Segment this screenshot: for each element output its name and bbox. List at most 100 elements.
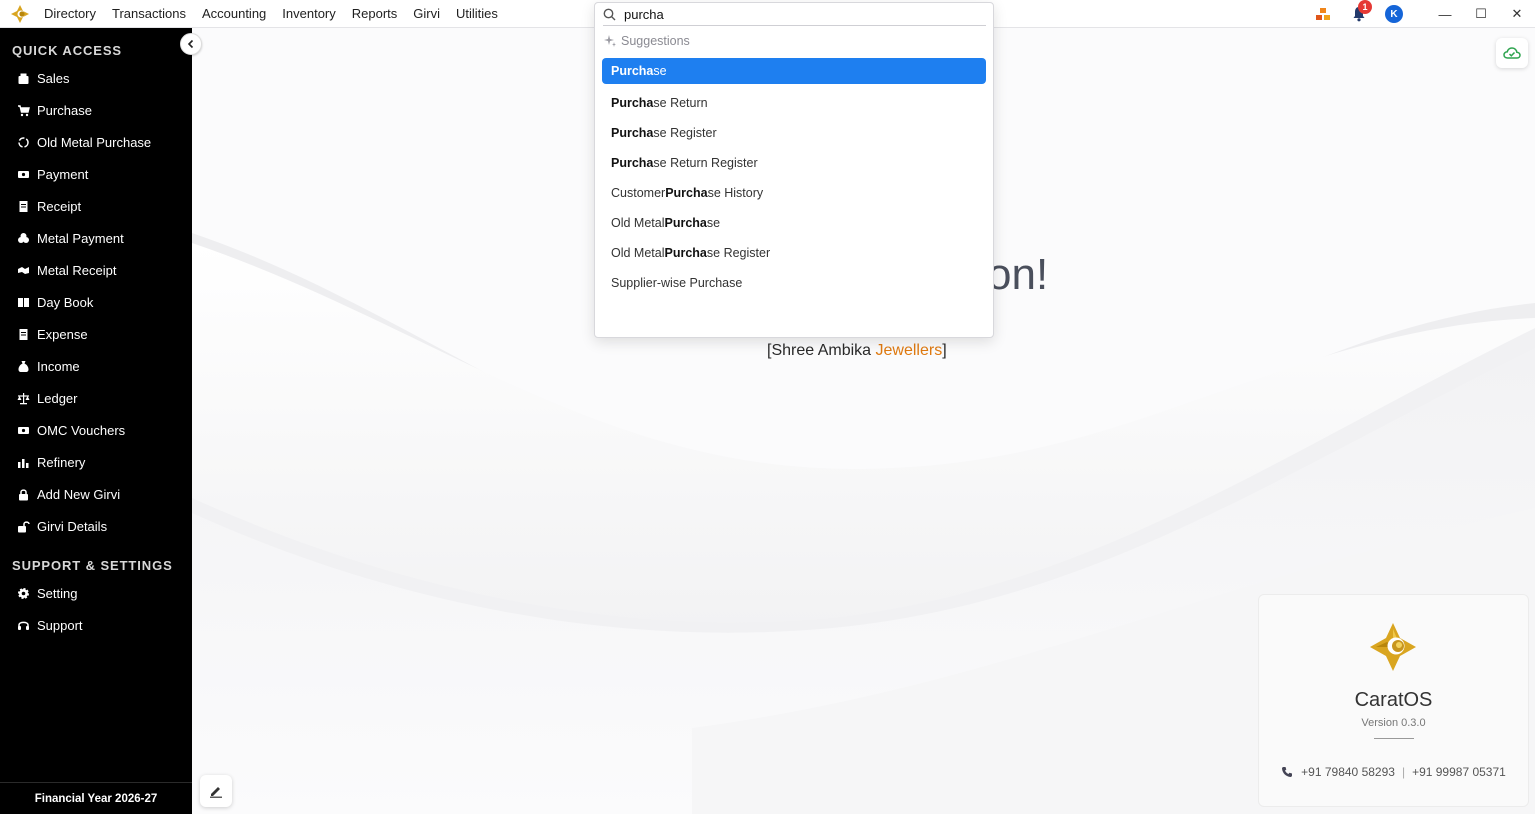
app-version: Version 0.3.0 bbox=[1361, 717, 1426, 729]
menu-reports[interactable]: Reports bbox=[352, 6, 398, 21]
sidebar-item-day-book[interactable]: Day Book bbox=[0, 286, 192, 318]
sidebar-item-label: Sales bbox=[37, 70, 70, 86]
recycle-icon bbox=[17, 136, 30, 149]
money-icon bbox=[17, 168, 30, 181]
sidebar-item-purchase[interactable]: Purchase bbox=[0, 94, 192, 126]
gear-icon bbox=[17, 587, 30, 600]
suggestion-item[interactable]: Old Metal Purcha se bbox=[602, 208, 986, 238]
coins-icon bbox=[17, 232, 30, 245]
sidebar-item-refinery[interactable]: Refinery bbox=[0, 446, 192, 478]
sidebar: QUICK ACCESS Sales Purchase Old Metal Purc… bbox=[0, 28, 192, 814]
menu-accounting[interactable]: Accounting bbox=[202, 6, 266, 21]
sidebar-item-label: Payment bbox=[37, 166, 89, 182]
suggestion-prefix: Old Metal bbox=[611, 246, 665, 260]
sidebar-item-omc-vouchers[interactable]: OMC Vouchers bbox=[0, 414, 192, 446]
financial-year[interactable]: Financial Year 2026-27 bbox=[0, 782, 192, 814]
suggestion-match: Purcha bbox=[665, 186, 708, 200]
support-list: Setting Support bbox=[0, 577, 192, 641]
suggestion-item[interactable]: Purcha se Return Register bbox=[602, 148, 986, 178]
unlock-icon bbox=[17, 520, 30, 533]
close-icon[interactable]: ✕ bbox=[1499, 0, 1535, 28]
suggestion-suffix: se History bbox=[707, 186, 764, 200]
search-input[interactable] bbox=[624, 6, 964, 22]
phone-1[interactable]: +91 79840 58293 bbox=[1301, 765, 1395, 779]
sidebar-item-expense[interactable]: Expense bbox=[0, 318, 192, 350]
suggestion-item[interactable]: Purcha se Register bbox=[602, 118, 986, 148]
sidebar-item-setting[interactable]: Setting bbox=[0, 577, 192, 609]
lock-icon bbox=[17, 488, 30, 501]
cloud-check-icon bbox=[1503, 47, 1521, 59]
sidebar-item-old-metal-purchase[interactable]: Old Metal Purchase bbox=[0, 126, 192, 158]
suggestions-label: Suggestions bbox=[621, 34, 690, 48]
sparkle-icon bbox=[604, 35, 616, 47]
edit-button[interactable] bbox=[200, 775, 232, 807]
suggestion-match: Purcha bbox=[611, 156, 654, 170]
sidebar-item-income[interactable]: Income bbox=[0, 350, 192, 382]
suggestion-match: Purcha bbox=[664, 246, 707, 260]
sidebar-item-label: Add New Girvi bbox=[37, 486, 121, 502]
receipt-icon bbox=[17, 200, 30, 213]
avatar[interactable]: K bbox=[1385, 5, 1403, 23]
topbar-actions: 1 K — ☐ ✕ bbox=[1313, 0, 1535, 28]
sidebar-item-label: Old Metal Purchase bbox=[37, 134, 152, 150]
menu-girvi[interactable]: Girvi bbox=[413, 6, 440, 21]
search-box bbox=[603, 3, 986, 26]
menu-utilities[interactable]: Utilities bbox=[456, 6, 498, 21]
suggestions-list: Purcha se Purcha se Return Purcha se Register… bbox=[602, 58, 986, 298]
about-divider bbox=[1374, 738, 1414, 739]
sidebar-item-label: Purchase bbox=[37, 102, 92, 118]
minimize-icon[interactable]: — bbox=[1427, 0, 1463, 28]
suggestion-prefix: Supplier-wise Purchase bbox=[611, 276, 743, 290]
contact-info: +91 79840 58293 | +91 99987 05371 bbox=[1259, 765, 1528, 779]
suggestion-item[interactable]: Supplier-wise Purchase bbox=[602, 268, 986, 298]
company-name: [Shree Ambika Jewellers] bbox=[767, 342, 947, 360]
sidebar-item-label: Ledger bbox=[37, 390, 78, 406]
notification-badge: 1 bbox=[1358, 0, 1372, 14]
bell-icon[interactable]: 1 bbox=[1349, 0, 1372, 24]
suggestion-match: Purcha bbox=[611, 64, 654, 78]
suggestions-header: Suggestions bbox=[604, 34, 690, 48]
suggestion-item[interactable]: Purcha se bbox=[602, 58, 986, 84]
company-name-accent: Jewellers bbox=[875, 342, 943, 359]
sidebar-item-label: Expense bbox=[37, 326, 88, 342]
menu-transactions[interactable]: Transactions bbox=[112, 6, 186, 21]
chart-icon bbox=[17, 456, 30, 469]
maximize-icon[interactable]: ☐ bbox=[1463, 0, 1499, 28]
sidebar-item-payment[interactable]: Payment bbox=[0, 158, 192, 190]
app-name: CaratOS bbox=[1354, 689, 1433, 711]
apps-icon[interactable] bbox=[1313, 4, 1333, 24]
sidebar-item-metal-payment[interactable]: Metal Payment bbox=[0, 222, 192, 254]
company-name-suffix: ] bbox=[942, 342, 947, 359]
quick-access-title: QUICK ACCESS bbox=[12, 43, 122, 58]
sidebar-item-metal-receipt[interactable]: Metal Receipt bbox=[0, 254, 192, 286]
suggestion-suffix: se Return Register bbox=[653, 156, 758, 170]
suggestion-item[interactable]: Customer Purcha se History bbox=[602, 178, 986, 208]
sidebar-item-label: Girvi Details bbox=[37, 518, 108, 534]
suggestion-item[interactable]: Old Metal Purcha se Register bbox=[602, 238, 986, 268]
voucher-icon bbox=[17, 424, 30, 437]
suggestion-prefix: Old Metal bbox=[611, 216, 665, 230]
sidebar-item-label: OMC Vouchers bbox=[37, 422, 126, 438]
sidebar-item-label: Income bbox=[37, 358, 80, 374]
quick-access-list: Sales Purchase Old Metal Purchase Payment Re… bbox=[0, 62, 192, 542]
suggestion-prefix: Customer bbox=[611, 186, 666, 200]
sidebar-item-add-new-girvi[interactable]: Add New Girvi bbox=[0, 478, 192, 510]
sidebar-item-receipt[interactable]: Receipt bbox=[0, 190, 192, 222]
menu-directory[interactable]: Directory bbox=[44, 6, 96, 21]
contact-separator: | bbox=[1401, 765, 1406, 779]
collapse-sidebar-button[interactable] bbox=[180, 33, 202, 55]
suggestion-item[interactable]: Purcha se Return bbox=[602, 88, 986, 118]
sidebar-item-sales[interactable]: Sales bbox=[0, 62, 192, 94]
phone-2[interactable]: +91 99987 05371 bbox=[1412, 765, 1506, 779]
sidebar-item-label: Setting bbox=[37, 585, 78, 601]
company-name-prefix: [Shree Ambika bbox=[767, 342, 876, 359]
app-logo-icon[interactable] bbox=[9, 3, 31, 25]
menu-inventory[interactable]: Inventory bbox=[282, 6, 335, 21]
suggestion-match: Purcha bbox=[611, 126, 654, 140]
phone-icon bbox=[1282, 767, 1293, 777]
cloud-sync-button[interactable] bbox=[1496, 38, 1528, 68]
sidebar-item-label: Metal Receipt bbox=[37, 262, 117, 278]
sidebar-item-ledger[interactable]: Ledger bbox=[0, 382, 192, 414]
sidebar-item-support[interactable]: Support bbox=[0, 609, 192, 641]
sidebar-item-girvi-details[interactable]: Girvi Details bbox=[0, 510, 192, 542]
